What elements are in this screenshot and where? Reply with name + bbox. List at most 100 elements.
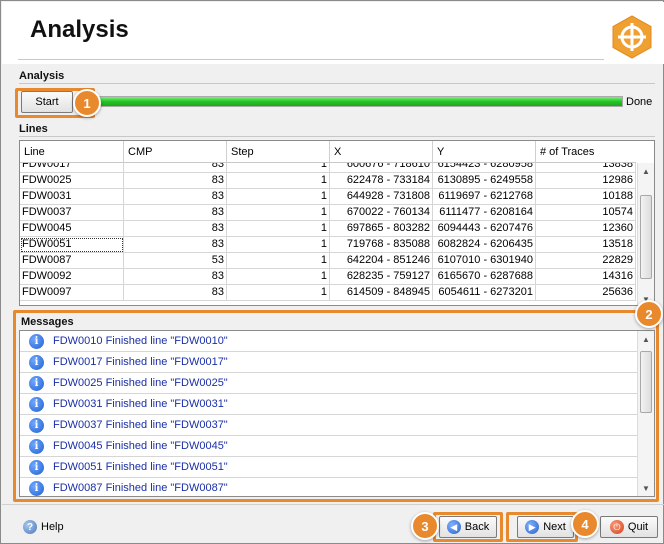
column-header-x[interactable]: X — [330, 141, 433, 163]
quit-label: Quit — [627, 521, 649, 533]
callout-badge-2: 2 — [635, 300, 663, 328]
cell-y: 6165670 - 6287688 — [433, 269, 536, 285]
column-header-cmp[interactable]: CMP — [124, 141, 227, 163]
cell-x: 642204 - 851246 — [330, 253, 433, 269]
callout-badge-3: 3 — [411, 512, 439, 540]
column-header-line[interactable]: Line — [20, 141, 124, 163]
power-icon: ⏻ — [609, 520, 624, 534]
table-header: Line CMP Step X Y # of Traces — [20, 141, 636, 163]
cell-y: 6054611 - 6273201 — [433, 285, 536, 301]
lines-scrollbar[interactable]: ▲ ▼ — [637, 163, 654, 305]
cell-y: 6119697 - 6212768 — [433, 189, 536, 205]
callout-frame-3 — [433, 512, 503, 542]
table-row[interactable]: FDW0017 83 1 600676 - 718610 6154423 - 6… — [20, 163, 636, 173]
cell-y: 6130895 - 6249558 — [433, 173, 536, 189]
help-icon[interactable]: ? — [23, 520, 37, 534]
cell-y: 6094443 - 6207476 — [433, 221, 536, 237]
header: Analysis — [2, 2, 664, 64]
footer-divider — [2, 504, 664, 505]
cell-cmp: 83 — [124, 163, 227, 173]
lines-section-label: Lines — [19, 123, 48, 135]
analysis-divider — [19, 83, 655, 84]
column-header-y[interactable]: Y — [433, 141, 536, 163]
cell-x: 644928 - 731808 — [330, 189, 433, 205]
cell-cmp: 83 — [124, 285, 227, 301]
callout-frame-2 — [13, 310, 659, 502]
table-row[interactable]: FDW0045 83 1 697865 - 803282 6094443 - 6… — [20, 221, 636, 237]
cell-y: 6111477 - 6208164 — [433, 205, 536, 221]
cell-y: 6082824 - 6206435 — [433, 237, 536, 253]
cell-traces: 14316 — [536, 269, 636, 285]
cell-cmp: 83 — [124, 221, 227, 237]
cell-line: FDW0097 — [20, 285, 124, 301]
cell-x: 697865 - 803282 — [330, 221, 433, 237]
callout-badge-4: 4 — [571, 510, 599, 538]
cell-line: FDW0031 — [20, 189, 124, 205]
cell-step: 1 — [227, 285, 330, 301]
cell-x: 719768 - 835088 — [330, 237, 433, 253]
cell-step: 1 — [227, 253, 330, 269]
cell-step: 1 — [227, 221, 330, 237]
cell-line: FDW0092 — [20, 269, 124, 285]
cell-step: 1 — [227, 237, 330, 253]
scroll-thumb[interactable] — [640, 195, 652, 279]
progress-fill — [98, 97, 622, 106]
callout-badge-1: 1 — [73, 89, 101, 117]
cell-line: FDW0051 — [20, 237, 124, 253]
cell-line: FDW0087 — [20, 253, 124, 269]
cell-step: 1 — [227, 173, 330, 189]
help-link[interactable]: Help — [41, 521, 64, 533]
cell-cmp: 83 — [124, 173, 227, 189]
cell-y: 6107010 - 6301940 — [433, 253, 536, 269]
cell-cmp: 53 — [124, 253, 227, 269]
cell-line: FDW0025 — [20, 173, 124, 189]
header-divider — [18, 59, 604, 60]
cell-x: 614509 - 848945 — [330, 285, 433, 301]
column-header-step[interactable]: Step — [227, 141, 330, 163]
cell-x: 628235 - 759127 — [330, 269, 433, 285]
cell-step: 1 — [227, 189, 330, 205]
table-row[interactable]: FDW0092 83 1 628235 - 759127 6165670 - 6… — [20, 269, 636, 285]
cell-cmp: 83 — [124, 205, 227, 221]
scroll-up-arrow-icon[interactable]: ▲ — [638, 163, 654, 179]
lines-divider — [19, 136, 655, 137]
cell-step: 1 — [227, 163, 330, 173]
lines-table[interactable]: Line CMP Step X Y # of Traces FDW0017 83… — [19, 140, 655, 306]
cell-traces: 22829 — [536, 253, 636, 269]
progress-bar — [97, 96, 623, 107]
crosshair-hexagon-icon — [612, 15, 652, 59]
cell-traces: 13518 — [536, 237, 636, 253]
analysis-window: Analysis Analysis Start Done Lines Line … — [0, 0, 664, 544]
cell-traces: 12986 — [536, 173, 636, 189]
table-row[interactable]: FDW0097 83 1 614509 - 848945 6054611 - 6… — [20, 285, 636, 301]
table-row[interactable]: FDW0087 53 1 642204 - 851246 6107010 - 6… — [20, 253, 636, 269]
table-body: FDW0017 83 1 600676 - 718610 6154423 - 6… — [20, 163, 636, 305]
quit-button[interactable]: ⏻ Quit — [600, 516, 658, 538]
cell-traces: 25636 — [536, 285, 636, 301]
cell-traces: 13838 — [536, 163, 636, 173]
cell-step: 1 — [227, 205, 330, 221]
table-row[interactable]: FDW0051 83 1 719768 - 835088 6082824 - 6… — [20, 237, 636, 253]
cell-traces: 12360 — [536, 221, 636, 237]
cell-traces: 10188 — [536, 189, 636, 205]
cell-x: 600676 - 718610 — [330, 163, 433, 173]
cell-y: 6154423 - 6280958 — [433, 163, 536, 173]
table-row[interactable]: FDW0025 83 1 622478 - 733184 6130895 - 6… — [20, 173, 636, 189]
table-row[interactable]: FDW0031 83 1 644928 - 731808 6119697 - 6… — [20, 189, 636, 205]
analysis-section-label: Analysis — [19, 70, 65, 82]
cell-x: 622478 - 733184 — [330, 173, 433, 189]
cell-line: FDW0017 — [20, 163, 124, 173]
column-header-traces[interactable]: # of Traces — [536, 141, 636, 163]
page-title: Analysis — [30, 16, 129, 43]
cell-line: FDW0037 — [20, 205, 124, 221]
cell-x: 670022 - 760134 — [330, 205, 433, 221]
cell-traces: 10574 — [536, 205, 636, 221]
callout-frame-4 — [506, 512, 578, 542]
cell-cmp: 83 — [124, 269, 227, 285]
cell-cmp: 83 — [124, 189, 227, 205]
progress-status: Done — [626, 96, 653, 108]
cell-line: FDW0045 — [20, 221, 124, 237]
cell-step: 1 — [227, 269, 330, 285]
cell-cmp: 83 — [124, 237, 227, 253]
table-row[interactable]: FDW0037 83 1 670022 - 760134 6111477 - 6… — [20, 205, 636, 221]
